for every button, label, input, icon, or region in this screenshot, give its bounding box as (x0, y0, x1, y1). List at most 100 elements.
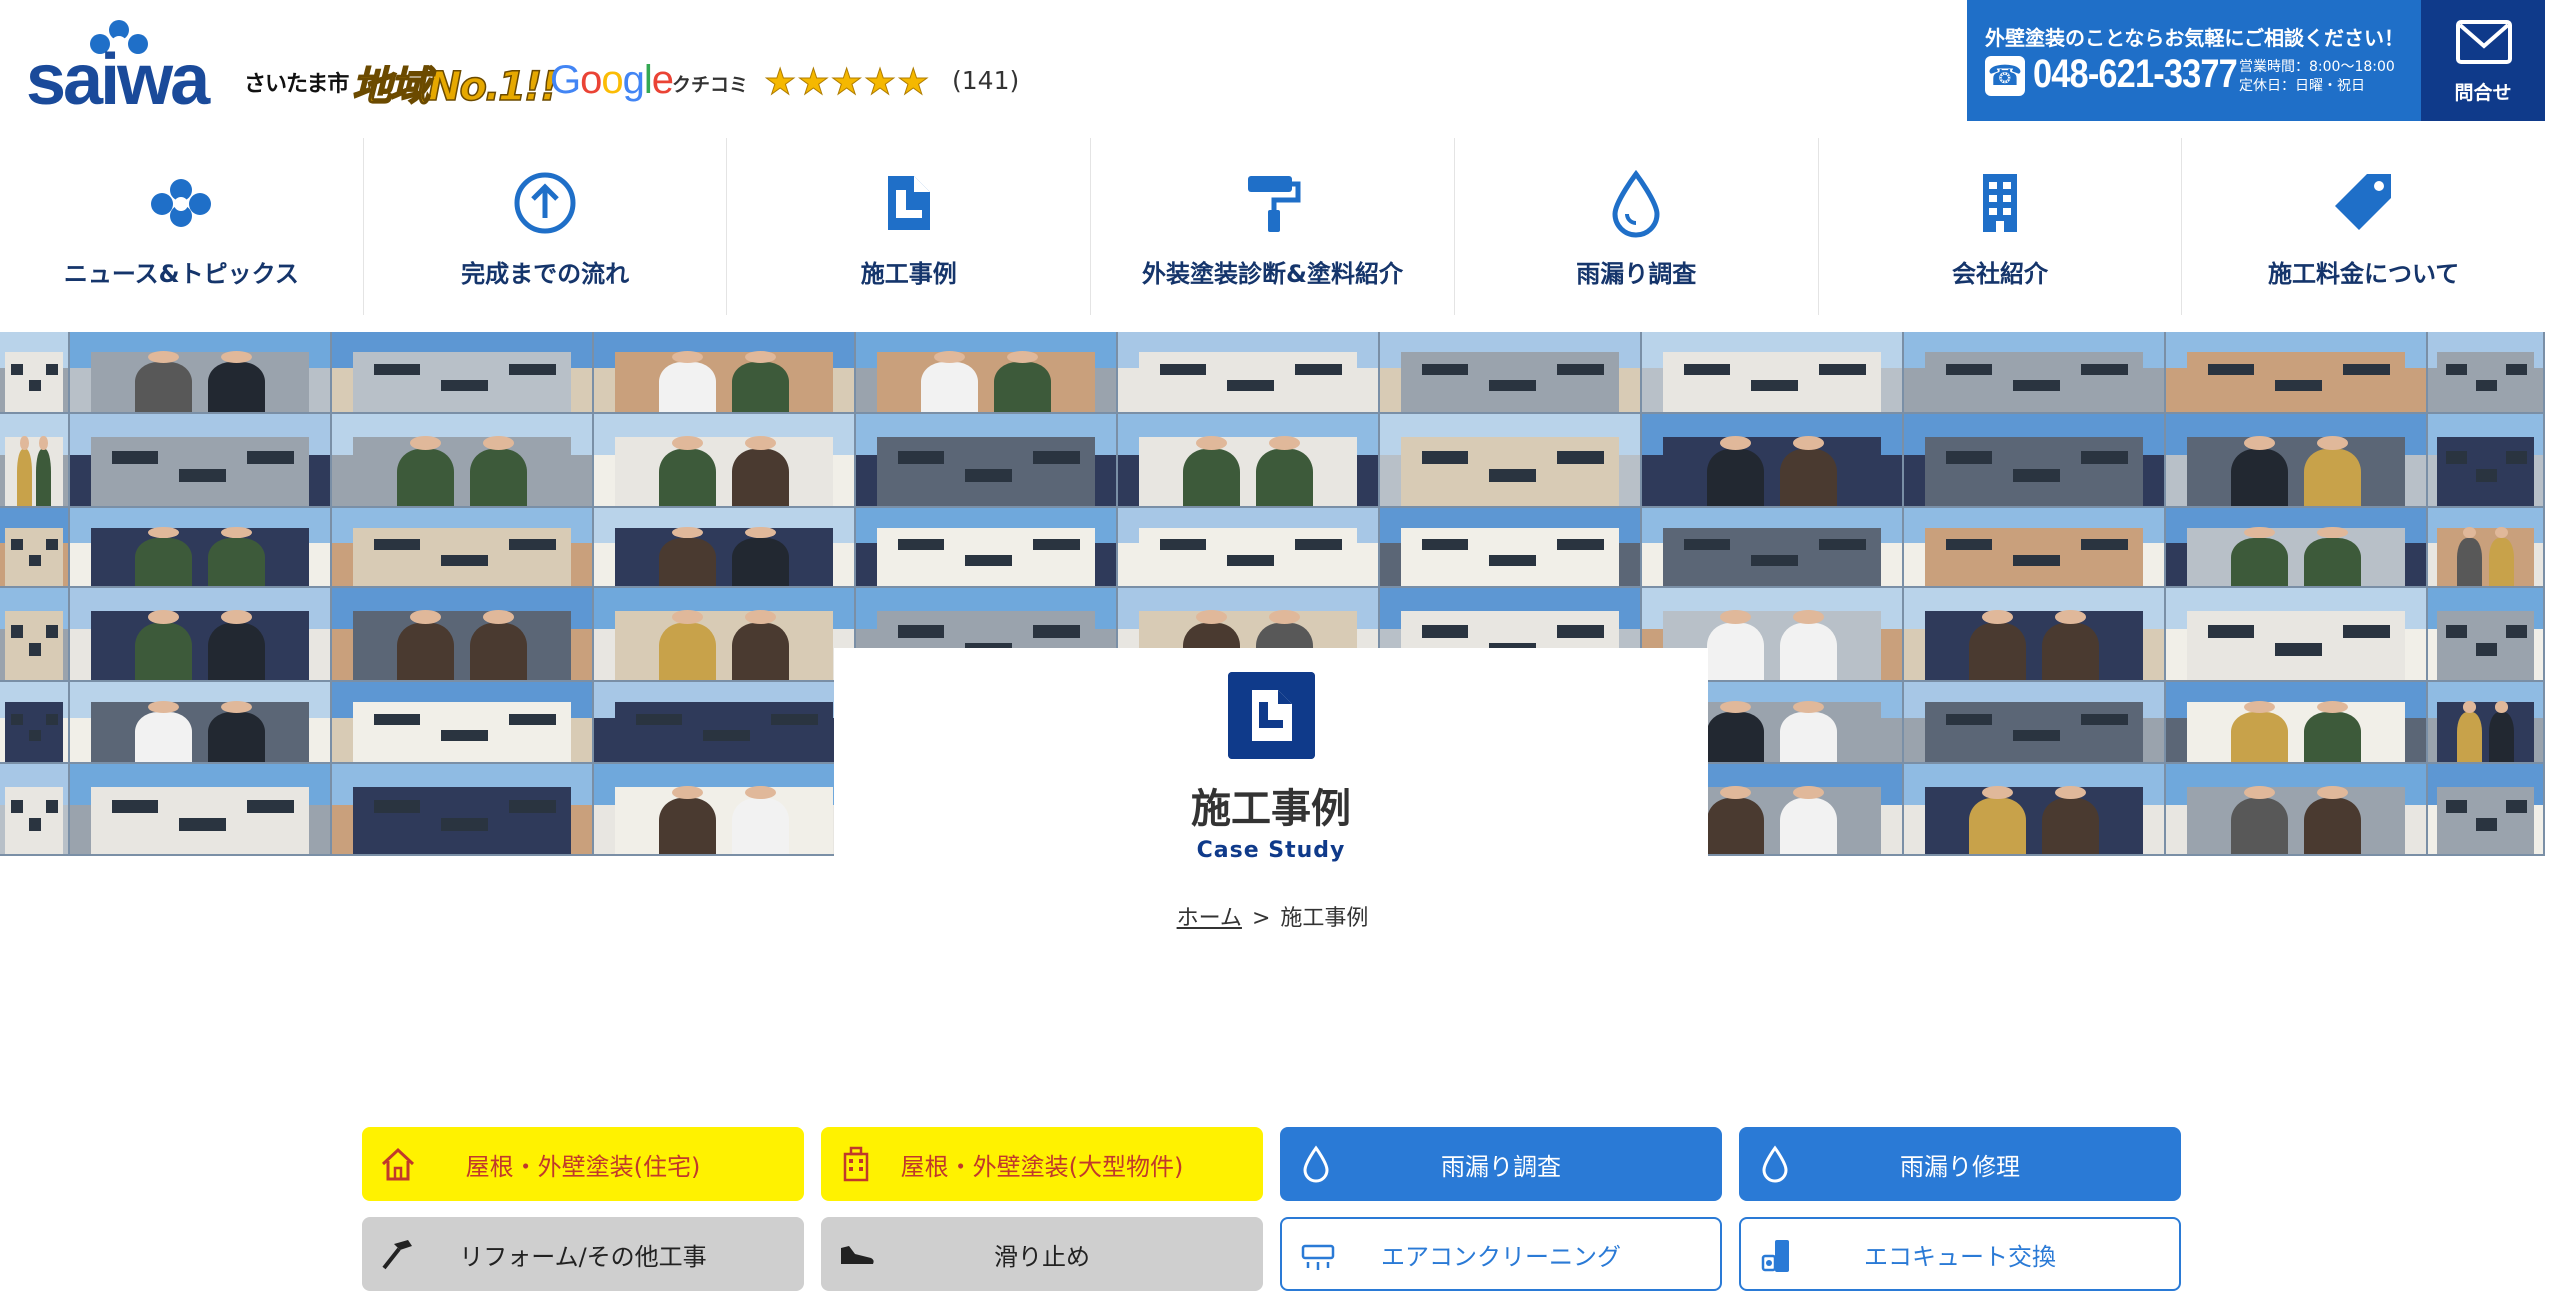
breadcrumb-home-link[interactable]: ホーム (1177, 906, 1242, 931)
collage-photo (2428, 682, 2543, 762)
city-badge: さいたま市 (244, 72, 349, 97)
review-count: (141) (952, 66, 1020, 95)
cloud-network-icon (151, 179, 212, 227)
water-drop-icon (1612, 169, 1660, 238)
water-drop-icon (1762, 1145, 1788, 1183)
collage-photo (2166, 414, 2426, 506)
collage-photo (594, 588, 854, 680)
collage-photo (2166, 682, 2426, 762)
collage-photo (2428, 332, 2543, 412)
phone-number[interactable]: 048-621-3377 (2033, 52, 2238, 97)
collage-photo (1642, 508, 1902, 586)
collage-photo (2428, 588, 2543, 680)
collage-photo (1642, 332, 1902, 412)
collage-photo (0, 764, 68, 854)
collage-photo (1642, 414, 1902, 506)
breadcrumb-current: 施工事例 (1280, 906, 1369, 931)
category-roof-wall-house-button[interactable]: 屋根・外壁塗装(住宅) (362, 1127, 804, 1201)
category-ecocute-button[interactable]: エコキュート交換 (1739, 1217, 2181, 1291)
water-drop-icon (1303, 1145, 1329, 1183)
saiwa-logo[interactable]: saiwa (26, 18, 222, 116)
shoe-icon (841, 1246, 874, 1264)
collage-photo (0, 332, 68, 412)
building-icon (1982, 174, 2017, 232)
collage-photo (0, 508, 68, 586)
collage-photo (70, 682, 330, 762)
arrow-up-circle-icon (514, 172, 576, 234)
mail-icon (2456, 20, 2512, 64)
collage-photo (2428, 414, 2543, 506)
category-anti-slip-button[interactable]: 滑り止め (821, 1217, 1263, 1291)
collage-photo (2166, 332, 2426, 412)
air-conditioner-icon (1301, 1244, 1335, 1270)
nav-item-pricing[interactable]: 施工料金について (2181, 138, 2545, 315)
google-logo: Google (550, 58, 674, 102)
collage-photo (2166, 588, 2426, 680)
collage-photo (332, 414, 592, 506)
collage-photo (856, 414, 1116, 506)
category-roof-wall-large-button[interactable]: 屋根・外壁塗装(大型物件) (821, 1127, 1263, 1201)
document-icon (1228, 672, 1315, 759)
inquiry-button[interactable]: 問合せ (2421, 0, 2545, 121)
collage-photo (332, 508, 592, 586)
collage-photo (0, 414, 68, 506)
nav-item-news[interactable]: ニュース&トピックス (0, 138, 363, 315)
collage-photo (1380, 332, 1640, 412)
breadcrumb: ホーム > 施工事例 (0, 900, 2545, 932)
collage-photo (0, 682, 68, 762)
collage-photo (1904, 682, 2164, 762)
collage-photo (1904, 588, 2164, 680)
collage-photo (2166, 764, 2426, 854)
nav-item-company[interactable]: 会社紹介 (1817, 138, 2182, 315)
collage-photo (1118, 508, 1378, 586)
collage-photo (856, 332, 1116, 412)
collage-photo (594, 414, 854, 506)
collage-photo (332, 588, 592, 680)
house-icon (381, 1147, 415, 1181)
category-leak-survey-button[interactable]: 雨漏り調査 (1280, 1127, 1722, 1201)
nav-item-diagnosis[interactable]: 外装塗装診断&塗料紹介 (1090, 138, 1454, 315)
collage-photo (594, 682, 854, 762)
global-nav: ニュース&トピックス 完成までの流れ 施工事例 外装塗装診断&塗料紹介 雨漏り調… (0, 138, 2545, 315)
category-reform-button[interactable]: リフォーム/その他工事 (362, 1217, 804, 1291)
collage-photo (0, 588, 68, 680)
contact-lead: 外壁塗装のことならお気軽にご相談ください！ (1985, 26, 2404, 50)
category-aircon-cleaning-button[interactable]: エアコンクリーニング (1280, 1217, 1722, 1291)
collage-photo (1904, 414, 2164, 506)
paint-roller-icon (1247, 176, 1301, 232)
collage-photo (2166, 508, 2426, 586)
nav-item-flow[interactable]: 完成までの流れ (362, 138, 727, 315)
collage-photo (332, 332, 592, 412)
water-heater-icon (1761, 1240, 1789, 1272)
logo-text: saiwa (26, 40, 210, 120)
collage-photo (1118, 414, 1378, 506)
hammer-icon (382, 1240, 412, 1270)
kuchikomi-label: クチコミ (672, 74, 749, 96)
collage-photo (2428, 764, 2543, 854)
nav-item-case-study[interactable]: 施工事例 (726, 138, 1090, 315)
category-leak-repair-button[interactable]: 雨漏り修理 (1739, 1127, 2181, 1201)
price-tag-icon (2334, 174, 2391, 230)
business-hours: 営業時間：8:00〜18:00 定休日：日曜・祝日 (2239, 59, 2395, 94)
collage-photo (1118, 332, 1378, 412)
collage-photo (332, 682, 592, 762)
collage-photo (594, 764, 854, 854)
collage-photo (70, 508, 330, 586)
site-header: saiwa さいたま市 地域No.1!! Google クチコミ ★★★★★ (… (0, 0, 2545, 138)
collage-photo (332, 764, 592, 854)
collage-photo (70, 764, 330, 854)
page-title: 施工事例 (1191, 786, 1351, 832)
collage-photo (856, 508, 1116, 586)
collage-photo (1904, 508, 2164, 586)
nav-item-leak-survey[interactable]: 雨漏り調査 (1453, 138, 1818, 315)
rating-stars-icon: ★★★★★ (763, 62, 931, 104)
inquiry-label: 問合せ (2454, 82, 2512, 104)
collage-photo (1380, 414, 1640, 506)
collage-photo (594, 332, 854, 412)
phone-contact-box[interactable]: 外壁塗装のことならお気軽にご相談ください！ ☎ 048-621-3377 営業時… (1967, 0, 2421, 121)
collage-photo (1904, 764, 2164, 854)
phone-icon: ☎ (1985, 56, 2025, 96)
apartment-icon (843, 1146, 869, 1182)
collage-photo (1904, 332, 2164, 412)
collage-photo (594, 508, 854, 586)
